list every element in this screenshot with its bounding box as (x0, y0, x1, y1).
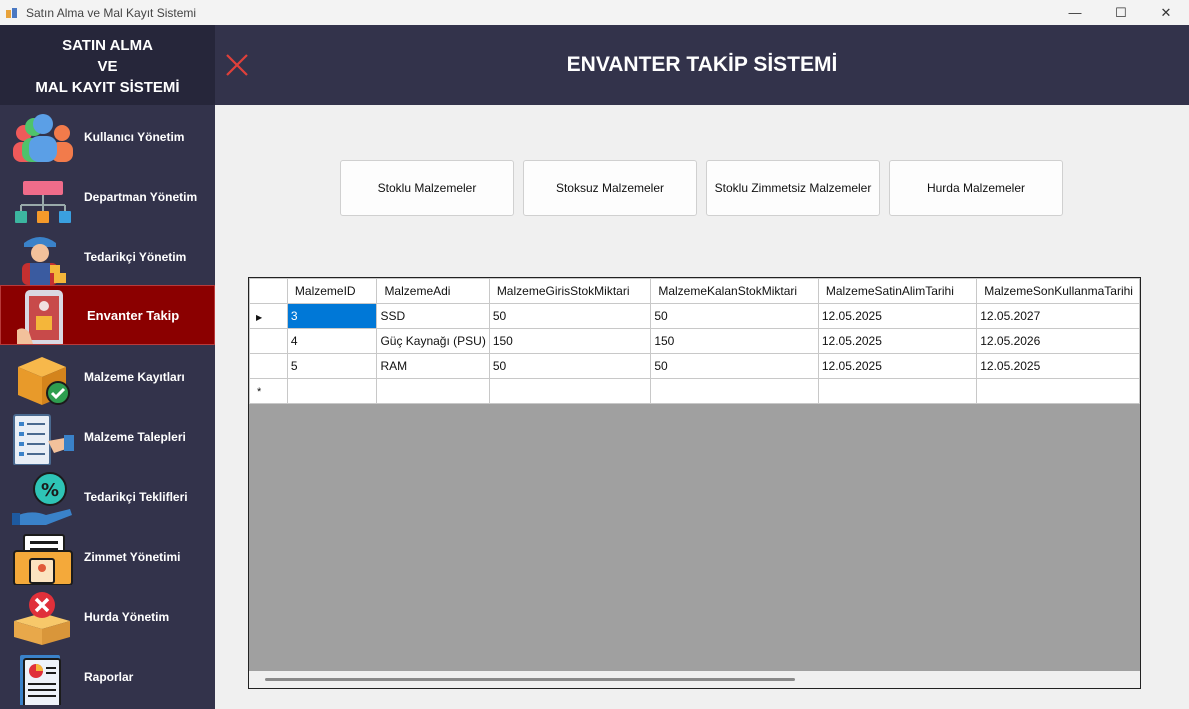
scrap-box-icon (14, 592, 70, 645)
sidebar-item-users[interactable]: Kullanıcı Yönetim (0, 107, 215, 167)
inventory-tablet-icon (17, 290, 63, 344)
row-header[interactable] (249, 353, 288, 379)
window-title: Satın Alma ve Mal Kayıt Sistemi (26, 5, 197, 20)
table-cell[interactable]: SSD (376, 303, 490, 329)
sidebar: SATIN ALMA VE MAL KAYIT SİSTEMİ Kullanıc… (0, 25, 215, 709)
table-cell[interactable] (286, 378, 378, 404)
main-content: Stoklu Malzemeler Stoksuz Malzemeler Sto… (215, 105, 1189, 709)
table-cell[interactable]: 150 (650, 328, 819, 354)
current-row-arrow-icon: ▶ (256, 313, 263, 322)
table-cell[interactable]: 12.05.2025 (817, 353, 978, 379)
users-icon (13, 114, 73, 162)
table-cell[interactable]: RAM (376, 353, 490, 379)
table-cell[interactable]: Güç Kaynağı (PSU) (376, 328, 490, 354)
table-cell[interactable]: 12.05.2026 (976, 328, 1140, 354)
row-header[interactable] (249, 328, 288, 354)
unstocked-materials-button[interactable]: Stoksuz Malzemeler (523, 160, 697, 216)
assignment-folder-icon (13, 534, 73, 585)
sidebar-item-label: Tedarikçi Teklifleri (84, 490, 188, 504)
table-cell[interactable] (376, 378, 490, 404)
stocked-unassigned-materials-button[interactable]: Stoklu Zimmetsiz Malzemeler (706, 160, 880, 216)
maximize-button[interactable]: ☐ (1098, 0, 1144, 25)
request-list-icon (13, 414, 74, 465)
sidebar-item-departments[interactable]: Departman Yönetim (0, 167, 215, 227)
window-titlebar: Satın Alma ve Mal Kayıt Sistemi — ☐ ✕ (0, 0, 1189, 25)
stocked-materials-button[interactable]: Stoklu Malzemeler (340, 160, 514, 216)
table-cell[interactable]: 12.05.2027 (976, 303, 1140, 329)
brand-line-2: VE (97, 58, 118, 75)
brand-line-3: MAL KAYIT SİSTEMİ (35, 79, 180, 96)
sidebar-item-label: Hurda Yönetim (84, 610, 170, 624)
table-cell[interactable]: 50 (650, 353, 819, 379)
table-cell[interactable]: 12.05.2025 (976, 353, 1140, 379)
minimize-button[interactable]: — (1052, 0, 1098, 25)
table-cell[interactable]: 4 (286, 328, 378, 354)
column-header[interactable]: MalzemeID (286, 278, 378, 304)
table-cell[interactable] (976, 378, 1140, 404)
box-check-icon (18, 357, 70, 405)
new-row[interactable]: * (249, 378, 1140, 404)
table-cell[interactable]: 12.05.2025 (817, 328, 978, 354)
new-row-icon: * (257, 386, 262, 398)
table-cell[interactable] (817, 378, 978, 404)
column-header[interactable]: MalzemeGirisStokMiktari (488, 278, 652, 304)
discount-offer-icon: % (12, 472, 72, 525)
table-cell[interactable]: 5 (286, 353, 378, 379)
close-window-button[interactable]: ✕ (1143, 0, 1189, 25)
brand-line-1: SATIN ALMA (62, 37, 153, 54)
app-icon (6, 7, 17, 18)
table-cell[interactable]: 50 (488, 353, 652, 379)
table-row[interactable]: 4 Güç Kaynağı (PSU) 150 150 12.05.2025 1… (249, 328, 1140, 354)
org-chart-icon (15, 181, 71, 223)
column-header[interactable]: MalzemeSatinAlimTarihi (817, 278, 978, 304)
report-icon (20, 655, 61, 705)
table-row[interactable]: 5 RAM 50 50 12.05.2025 12.05.2025 (249, 353, 1140, 379)
sidebar-item-label: Malzeme Talepleri (84, 430, 186, 444)
sidebar-item-reports[interactable]: Raporlar (0, 647, 215, 707)
table-cell[interactable]: 150 (488, 328, 652, 354)
sidebar-item-suppliers[interactable]: Tedarikçi Yönetim (0, 227, 215, 287)
table-row[interactable]: ▶ 3 SSD 50 50 12.05.2025 12.05.2027 (249, 303, 1140, 329)
scrollbar-thumb[interactable] (265, 678, 795, 681)
inventory-table: MalzemeID MalzemeAdi MalzemeGirisStokMik… (249, 278, 1140, 404)
sidebar-item-inventory[interactable]: Envanter Takip (0, 285, 215, 345)
page-header: ENVANTER TAKİP SİSTEMİ (215, 25, 1189, 105)
sidebar-item-label: Envanter Takip (87, 307, 180, 323)
table-cell[interactable]: 3 (286, 303, 378, 329)
sidebar-item-requests[interactable]: Malzeme Talepleri (0, 407, 215, 467)
sidebar-item-label: Malzeme Kayıtları (84, 370, 185, 384)
table-cell[interactable]: 50 (488, 303, 652, 329)
row-header[interactable]: * (249, 378, 288, 404)
row-header[interactable]: ▶ (249, 303, 288, 329)
delivery-person-icon (22, 237, 66, 285)
sidebar-item-label: Tedarikçi Yönetim (84, 250, 187, 264)
sidebar-item-assignments[interactable]: Zimmet Yönetimi (0, 527, 215, 587)
table-cell[interactable]: 50 (650, 303, 819, 329)
sidebar-item-offers[interactable]: % Tedarikçi Teklifleri (0, 467, 215, 527)
sidebar-item-label: Kullanıcı Yönetim (84, 130, 185, 144)
sidebar-item-label: Departman Yönetim (84, 190, 198, 204)
scrap-materials-button[interactable]: Hurda Malzemeler (889, 160, 1063, 216)
svg-text:%: % (41, 480, 59, 501)
column-header[interactable]: MalzemeAdi (376, 278, 490, 304)
table-cell[interactable] (488, 378, 652, 404)
horizontal-scrollbar[interactable] (249, 671, 1140, 688)
column-header[interactable]: MalzemeSonKullanmaTarihi (976, 278, 1140, 304)
row-header-corner (249, 278, 288, 304)
table-cell[interactable]: 12.05.2025 (817, 303, 978, 329)
column-header[interactable]: MalzemeKalanStokMiktari (650, 278, 819, 304)
sidebar-item-label: Raporlar (84, 670, 134, 684)
sidebar-item-scrap[interactable]: Hurda Yönetim (0, 587, 215, 647)
table-cell[interactable] (650, 378, 819, 404)
table-header-row: MalzemeID MalzemeAdi MalzemeGirisStokMik… (249, 278, 1140, 304)
inventory-grid[interactable]: MalzemeID MalzemeAdi MalzemeGirisStokMik… (248, 277, 1141, 689)
page-title: ENVANTER TAKİP SİSTEMİ (566, 53, 838, 76)
sidebar-item-materials[interactable]: Malzeme Kayıtları (0, 347, 215, 407)
brand-title: SATIN ALMA VE MAL KAYIT SİSTEMİ (0, 25, 215, 105)
sidebar-item-label: Zimmet Yönetimi (84, 550, 181, 564)
